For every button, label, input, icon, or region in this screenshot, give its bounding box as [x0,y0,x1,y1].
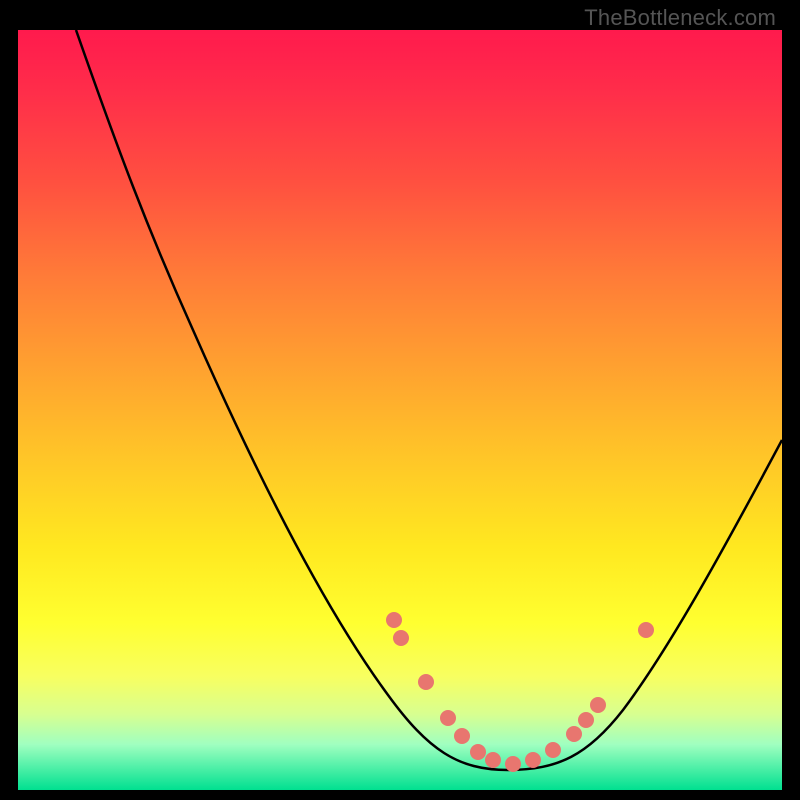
data-points [386,612,654,772]
data-point [525,752,541,768]
data-point [440,710,456,726]
data-point [545,742,561,758]
data-point [578,712,594,728]
data-point [505,756,521,772]
curve-path [76,30,782,770]
data-point [590,697,606,713]
data-point [393,630,409,646]
data-point [638,622,654,638]
chart-svg [18,30,782,790]
data-point [454,728,470,744]
watermark-text: TheBottleneck.com [584,5,776,31]
chart-frame [18,30,782,790]
data-point [470,744,486,760]
data-point [386,612,402,628]
data-point [418,674,434,690]
data-point [566,726,582,742]
data-point [485,752,501,768]
plot-area [18,30,782,790]
